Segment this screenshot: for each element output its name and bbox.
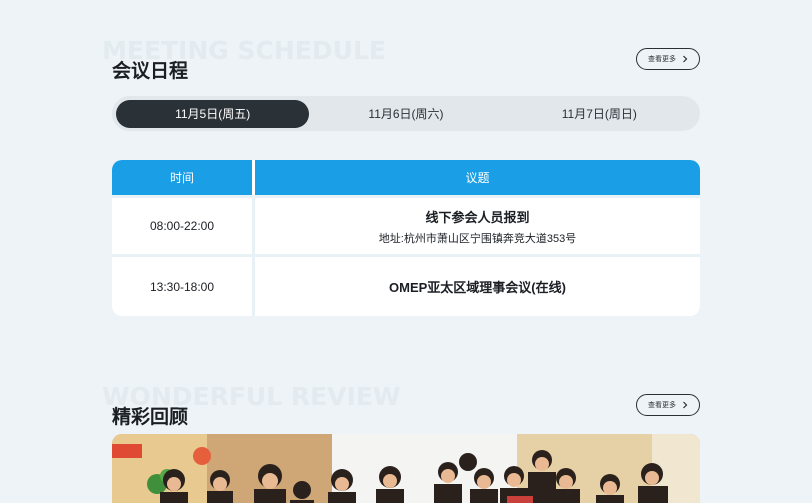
review-title: 精彩回顾 [112,406,189,428]
review-photo[interactable] [112,434,700,503]
review-more-button[interactable]: 查看更多 [636,394,700,416]
chevron-right-icon [683,401,688,409]
group-photo-image [112,434,700,503]
wonderful-review-section: WONDERFUL REVIEW 精彩回顾 查看更多 [102,0,700,503]
review-more-label: 查看更多 [648,402,676,409]
